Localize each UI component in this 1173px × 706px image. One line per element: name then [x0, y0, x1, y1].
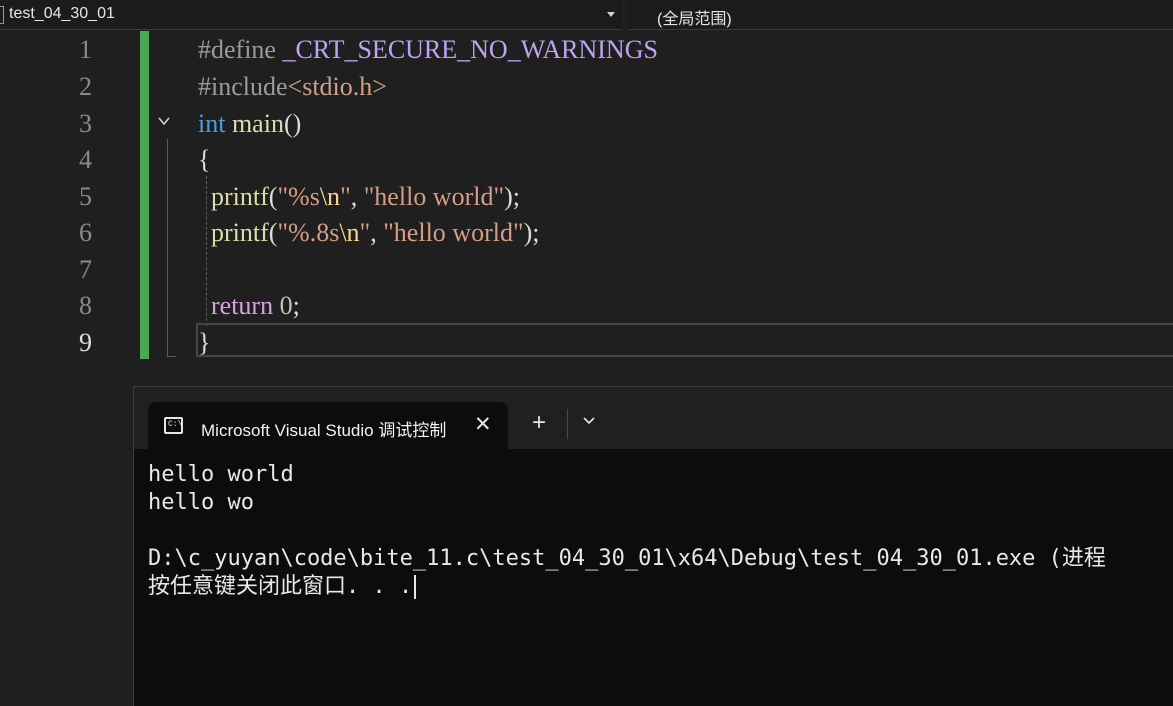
output-line: D:\c_yuyan\code\bite_11.c\test_04_30_01\…: [148, 546, 1106, 571]
function-name: main: [231, 109, 284, 138]
console-tab-strip: C:\ Microsoft Visual Studio 调试控制台 ✕ +: [134, 387, 1173, 449]
scope-dropdown[interactable]: (全局范围): [628, 0, 1173, 30]
close-brace: }: [198, 328, 211, 357]
line-number: 3: [79, 109, 92, 138]
preprocessor-directive: #include: [198, 72, 288, 101]
close-paren: );: [523, 218, 540, 247]
fold-region-line: [167, 139, 168, 357]
output-line: hello world: [148, 462, 294, 487]
chevron-down-icon[interactable]: [582, 414, 596, 428]
debug-console-window: C:\ Microsoft Visual Studio 调试控制台 ✕ + he…: [133, 386, 1173, 706]
format-string-end: ": [340, 182, 351, 211]
code-line-6: printf("%.8s\n", "hello world");: [198, 215, 539, 251]
new-tab-button[interactable]: +: [532, 410, 546, 436]
function-call: printf: [211, 218, 269, 247]
code-line-4: {: [198, 142, 210, 178]
code-editor[interactable]: 1 2 3 4 5 6 7 8 9 #define _CRT_SECURE_NO…: [0, 31, 1173, 391]
code-line-3: int main(): [198, 106, 301, 142]
type-keyword: int: [198, 109, 226, 138]
code-line-1: #define _CRT_SECURE_NO_WARNINGS: [198, 32, 658, 68]
preprocessor-directive: #define: [198, 35, 276, 64]
scope-label: (全局范围): [657, 11, 732, 28]
navigation-bar: test_04_30_01 (全局范围): [0, 0, 1173, 31]
string-literal: "hello world": [363, 182, 505, 211]
line-number: 6: [79, 218, 92, 247]
line-number: 2: [79, 72, 92, 101]
collapse-chevron-icon[interactable]: [158, 115, 170, 127]
project-name: test_04_30_01: [9, 5, 115, 22]
terminal-icon-label: C:\: [168, 420, 183, 429]
semicolon: ;: [292, 291, 300, 320]
console-tab[interactable]: C:\ Microsoft Visual Studio 调试控制台 ✕: [148, 402, 508, 449]
code-line-8: return 0;: [198, 288, 300, 324]
escape-sequence: \n: [339, 218, 360, 247]
parens: (): [283, 109, 302, 138]
macro-name: _CRT_SECURE_NO_WARNINGS: [282, 35, 658, 64]
text-cursor: [414, 575, 417, 599]
dropdown-edge: [0, 6, 4, 24]
output-line-prompt: 按任意键关闭此窗口. . .: [148, 573, 417, 601]
format-string: "%.8s: [277, 218, 340, 247]
format-string: "%s: [277, 182, 320, 211]
console-output[interactable]: hello world hello wo D:\c_yuyan\code\bit…: [134, 449, 1173, 706]
code-line-9: }: [198, 325, 210, 361]
tab-title: Microsoft Visual Studio 调试控制台: [201, 421, 447, 440]
line-number: 7: [79, 255, 92, 284]
comma: ,: [350, 182, 364, 211]
change-tracking-bar: [140, 31, 149, 359]
comma: ,: [370, 218, 384, 247]
line-number: 4: [79, 145, 92, 174]
line-number: 1: [79, 35, 92, 64]
project-dropdown[interactable]: test_04_30_01: [0, 0, 622, 30]
code-line-5: printf("%s\n", "hello world");: [198, 179, 520, 215]
press-any-key-text: 按任意键关闭此窗口. . .: [148, 574, 413, 599]
chevron-down-icon: [607, 12, 615, 17]
line-number: 8: [79, 291, 92, 320]
number-literal: 0: [279, 291, 293, 320]
line-number-current: 9: [79, 328, 92, 357]
tab-separator: [567, 409, 568, 439]
string-literal: "hello world": [383, 218, 524, 247]
escape-sequence: \n: [319, 182, 341, 211]
current-line-highlight: [196, 323, 1173, 357]
function-call: printf: [211, 182, 269, 211]
terminal-icon: C:\: [164, 417, 183, 434]
line-number: 5: [79, 182, 92, 211]
close-icon[interactable]: ✕: [474, 412, 492, 437]
close-paren: );: [504, 182, 520, 211]
format-string-end: ": [359, 218, 371, 247]
fold-region-end: [167, 356, 176, 357]
open-brace: {: [198, 145, 211, 174]
include-header: <stdio.h>: [287, 72, 387, 101]
output-line: hello wo: [148, 490, 254, 515]
code-line-2: #include<stdio.h>: [198, 69, 387, 105]
return-keyword: return: [211, 291, 274, 320]
